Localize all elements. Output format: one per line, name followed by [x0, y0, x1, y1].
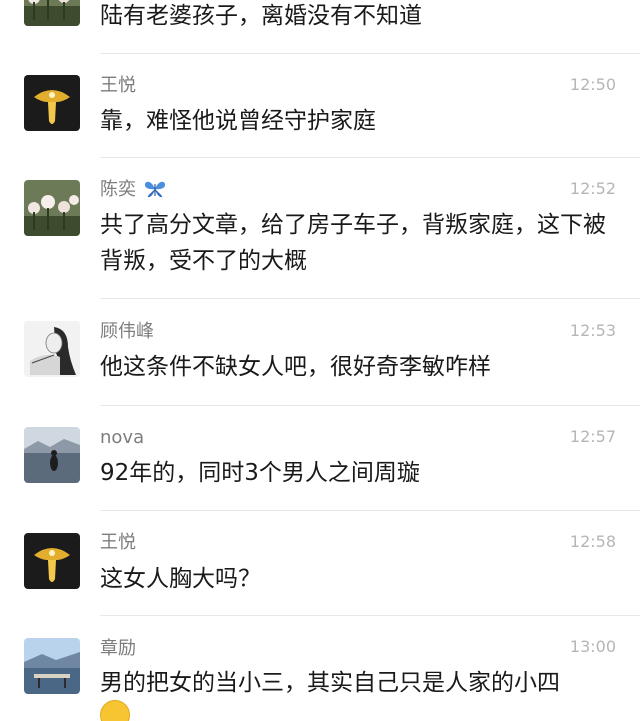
commenter-name-text: 陈奕: [100, 179, 136, 200]
avatar-flowers[interactable]: [24, 180, 80, 236]
avatar-pier[interactable]: [24, 638, 80, 694]
divider: [100, 157, 640, 158]
avatar-flowers[interactable]: [24, 0, 80, 26]
commenter-name[interactable]: 陈奕: [100, 179, 166, 201]
comment-time: 12:58: [569, 532, 616, 551]
grin-emoji-icon: [100, 700, 130, 721]
comment-text: 他这条件不缺女人吧，很好奇李敏咋样: [100, 354, 491, 380]
avatar-sea[interactable]: [24, 427, 80, 483]
comment-text: 陆有老婆孩子，离婚没有不知道: [100, 3, 422, 29]
comment-time: 12:52: [569, 179, 616, 198]
commenter-name[interactable]: 王悦: [100, 75, 136, 97]
avatar-girl-sketch[interactable]: [24, 321, 80, 377]
comment-time: 13:00: [569, 637, 616, 656]
divider: [100, 615, 640, 616]
comment-text: 共了高分文章，给了房子车子，背叛家庭，这下被背叛，受不了的大概: [100, 212, 606, 274]
divider: [100, 405, 640, 406]
divider: [100, 298, 640, 299]
comment-text: 这女人胸大吗？: [100, 566, 261, 592]
commenter-name[interactable]: 章励: [100, 638, 136, 660]
butterfly-icon: [144, 179, 166, 200]
comment-text: 男的把女的当小三，其实自己只是人家的小四: [100, 670, 560, 696]
commenter-name[interactable]: 王悦: [100, 532, 136, 554]
divider: [100, 53, 640, 54]
comment-list: 陆有老婆孩子，离婚没有不知道 王悦 12:50 靠，难怪他说曾经守护家庭 陈奕 …: [0, 0, 640, 721]
divider: [100, 510, 640, 511]
comment-text: 92年的，同时3个男人之间周璇: [100, 460, 420, 486]
comment-text: 靠，难怪他说曾经守护家庭: [100, 108, 376, 134]
commenter-name[interactable]: nova: [100, 427, 144, 449]
comment-time: 12:53: [569, 321, 616, 340]
commenter-name[interactable]: 顾伟峰: [100, 321, 154, 343]
comment-time: 12:57: [569, 427, 616, 446]
avatar-lamp[interactable]: [24, 75, 80, 131]
comment-time: 12:50: [569, 75, 616, 94]
avatar-lamp[interactable]: [24, 533, 80, 589]
